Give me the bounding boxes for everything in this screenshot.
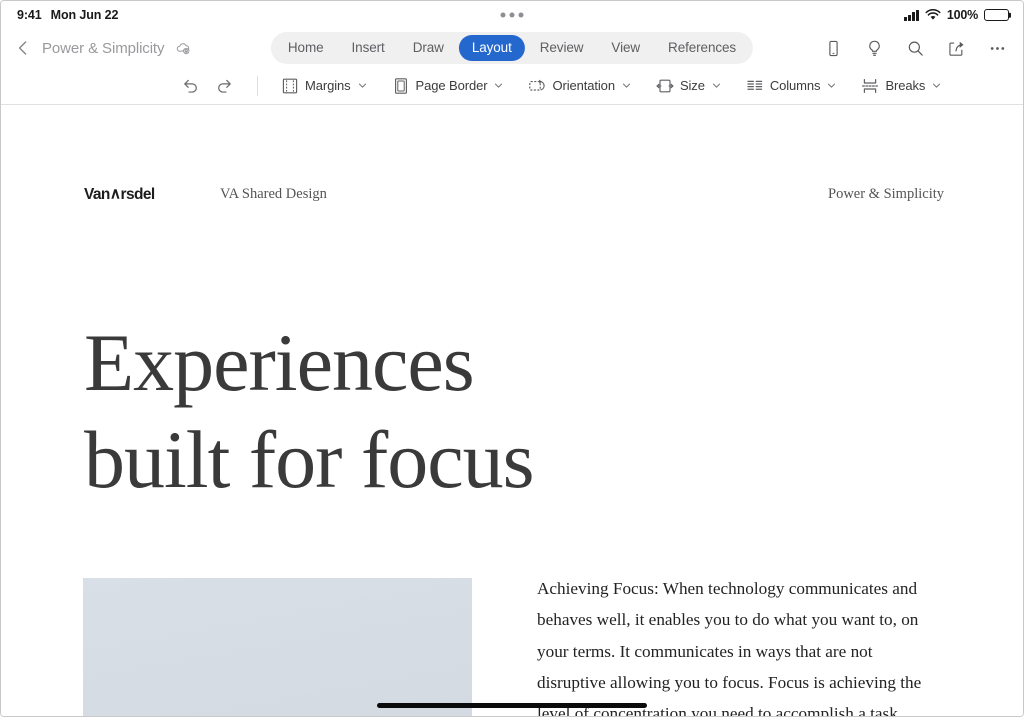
vanarsdel-logo: Van∧rsdel: [84, 185, 155, 204]
margins-label: Margins: [305, 78, 351, 93]
word-app-window: 9:41 Mon Jun 22 100%: [0, 0, 1024, 717]
share-icon[interactable]: [947, 39, 966, 58]
multitask-dot: [519, 13, 524, 18]
tab-layout[interactable]: Layout: [459, 35, 525, 61]
status-bar: 9:41 Mon Jun 22 100%: [1, 1, 1023, 29]
nav-bar-left: Power & Simplicity: [13, 38, 263, 58]
status-time: 9:41: [17, 8, 42, 22]
breaks-icon: [861, 77, 879, 95]
tab-draw[interactable]: Draw: [400, 35, 457, 61]
page-border-label: Page Border: [416, 78, 488, 93]
battery-percent-label: 100%: [947, 8, 978, 22]
document-headline[interactable]: Experiences built for focus: [84, 315, 534, 509]
tab-home[interactable]: Home: [275, 35, 337, 61]
home-indicator[interactable]: [377, 703, 647, 708]
header-center-text: VA Shared Design: [220, 186, 327, 203]
document-body-paragraph[interactable]: Achieving Focus: When technology communi…: [537, 573, 922, 716]
chevron-down-icon: [358, 81, 367, 90]
back-chevron-icon[interactable]: [13, 38, 33, 58]
battery-full-icon: [984, 9, 1009, 21]
more-ellipsis-icon[interactable]: [988, 39, 1007, 58]
layout-ribbon-toolbar: Margins Page Border Orientation: [1, 67, 1023, 105]
size-button[interactable]: Size: [647, 73, 730, 99]
status-bar-left: 9:41 Mon Jun 22: [17, 8, 118, 22]
document-page[interactable]: Van∧rsdel VA Shared Design Power & Simpl…: [1, 105, 1023, 716]
logo-part-3: rsdel: [121, 186, 155, 203]
breaks-button[interactable]: Breaks: [852, 73, 950, 99]
chevron-down-icon: [932, 81, 941, 90]
logo-part-1: V: [84, 186, 93, 203]
chevron-down-icon: [622, 81, 631, 90]
lightbulb-icon[interactable]: [865, 39, 884, 58]
mobile-view-icon[interactable]: [824, 39, 843, 58]
orientation-button[interactable]: Orientation: [519, 73, 640, 99]
chevron-down-icon: [494, 81, 503, 90]
redo-button[interactable]: [207, 71, 241, 101]
chevron-down-icon: [827, 81, 836, 90]
document-canvas[interactable]: Van∧rsdel VA Shared Design Power & Simpl…: [1, 105, 1023, 716]
margins-icon: [281, 77, 299, 95]
columns-button[interactable]: Columns: [737, 73, 846, 99]
multitask-dot: [501, 13, 506, 18]
orientation-icon: [528, 77, 546, 95]
multitask-dot: [510, 13, 515, 18]
breaks-label: Breaks: [885, 78, 925, 93]
document-header[interactable]: Van∧rsdel VA Shared Design Power & Simpl…: [1, 183, 1023, 205]
multitask-handle-icon[interactable]: [501, 13, 524, 18]
size-label: Size: [680, 78, 705, 93]
page-border-button[interactable]: Page Border: [383, 73, 513, 99]
logo-caret-a: ∧: [110, 184, 121, 203]
tab-insert[interactable]: Insert: [339, 35, 398, 61]
columns-label: Columns: [770, 78, 821, 93]
status-date: Mon Jun 22: [51, 8, 119, 22]
toolbar-divider: [257, 76, 258, 96]
margins-button[interactable]: Margins: [272, 73, 376, 99]
nav-bar-actions: [824, 39, 1011, 58]
logo-part-2: an: [93, 186, 110, 203]
status-bar-right: 100%: [904, 8, 1009, 22]
tab-references[interactable]: References: [655, 35, 749, 61]
undo-icon: [181, 76, 200, 95]
size-icon: [656, 77, 674, 95]
cellular-signal-icon: [904, 10, 919, 21]
orientation-label: Orientation: [552, 78, 615, 93]
wifi-icon: [925, 9, 941, 21]
ribbon-tab-strip: Home Insert Draw Layout Review View Refe…: [271, 32, 753, 64]
chevron-down-icon: [712, 81, 721, 90]
cloud-sync-icon[interactable]: [175, 40, 192, 57]
page-border-icon: [392, 77, 410, 95]
tab-review[interactable]: Review: [527, 35, 597, 61]
columns-icon: [746, 77, 764, 95]
search-icon[interactable]: [906, 39, 925, 58]
navigation-bar: Power & Simplicity Home Insert Draw Layo…: [1, 29, 1023, 67]
document-image-placeholder[interactable]: [83, 578, 472, 716]
tab-view[interactable]: View: [598, 35, 653, 61]
undo-button[interactable]: [173, 71, 207, 101]
redo-icon: [215, 76, 234, 95]
header-right-text: Power & Simplicity: [828, 186, 944, 203]
document-title[interactable]: Power & Simplicity: [42, 40, 164, 57]
